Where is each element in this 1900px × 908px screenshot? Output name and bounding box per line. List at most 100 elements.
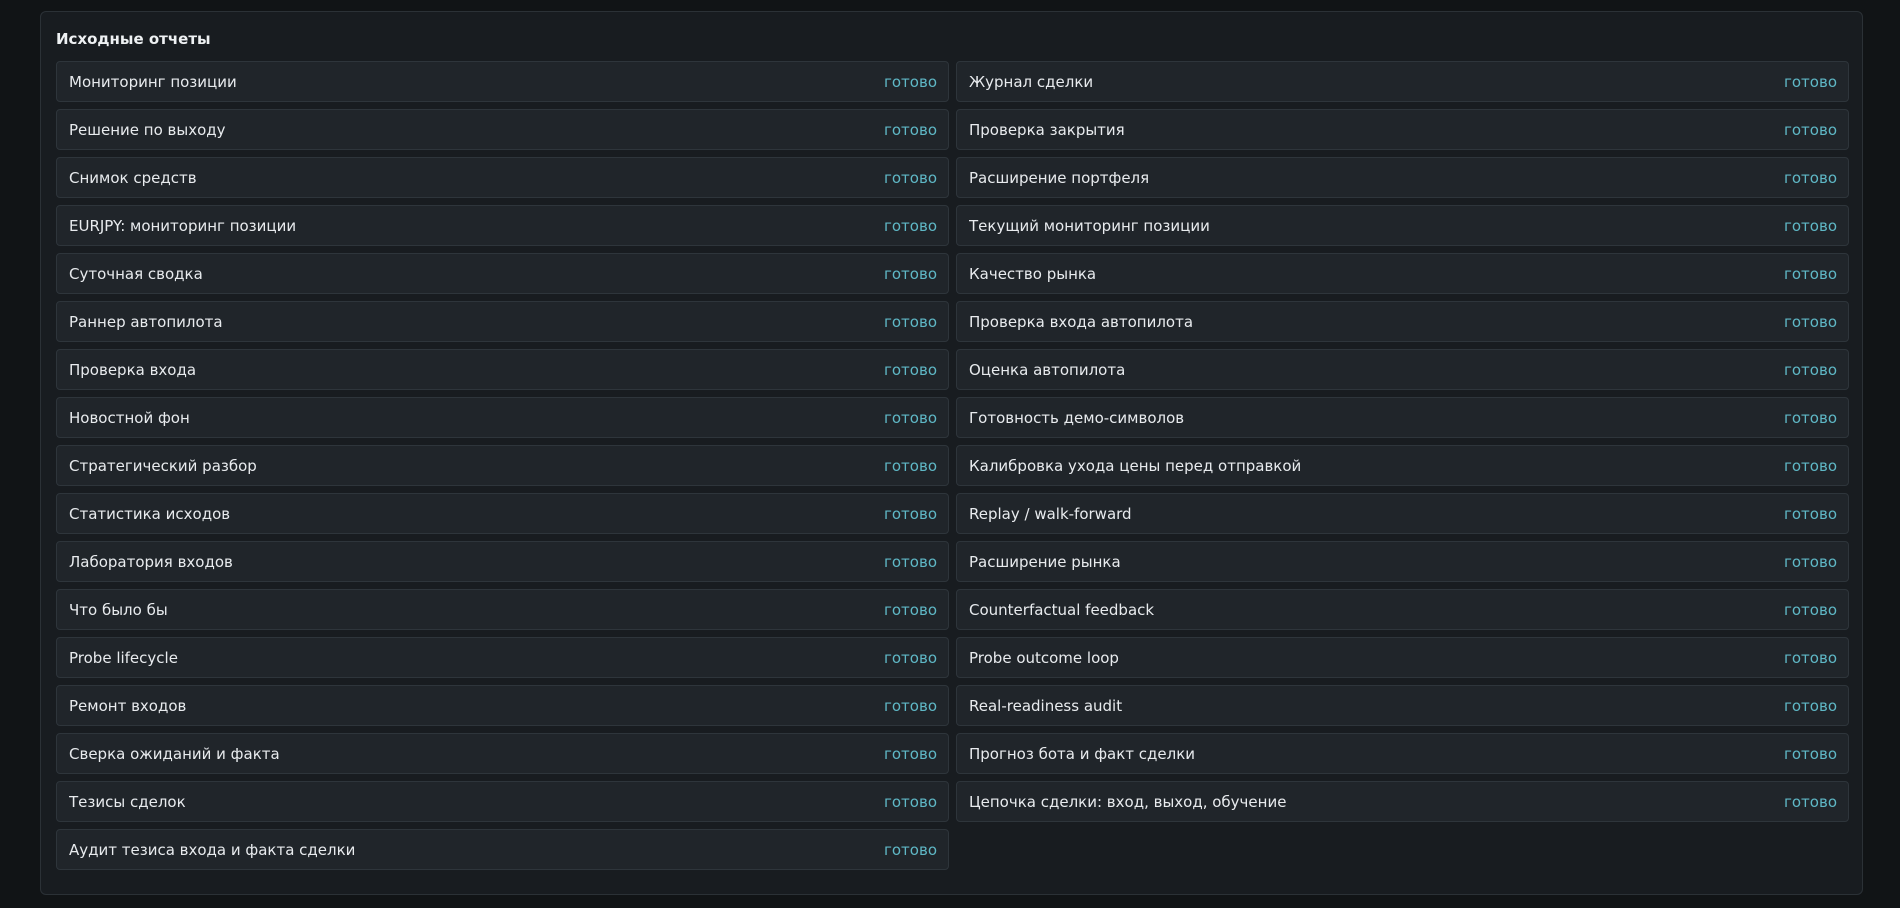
report-name: Расширение рынка bbox=[969, 552, 1121, 571]
report-row[interactable]: EURJPY: мониторинг позиции готово bbox=[56, 205, 949, 246]
report-status: готово bbox=[1784, 792, 1837, 811]
report-row[interactable]: Replay / walk-forward готово bbox=[956, 493, 1849, 534]
report-status: готово bbox=[1784, 504, 1837, 523]
report-row[interactable]: Проверка входа готово bbox=[56, 349, 949, 390]
report-status: готово bbox=[1784, 552, 1837, 571]
report-name: Статистика исходов bbox=[69, 504, 231, 523]
report-name: Новостной фон bbox=[69, 408, 190, 427]
report-status: готово bbox=[1784, 648, 1837, 667]
report-status: готово bbox=[1784, 168, 1837, 187]
report-name: Стратегический разбор bbox=[69, 456, 257, 475]
report-name: Готовность демо-символов bbox=[969, 408, 1185, 427]
report-status: готово bbox=[1784, 600, 1837, 619]
report-name: Цепочка сделки: вход, выход, обучение bbox=[969, 792, 1287, 811]
report-name: Что было бы bbox=[69, 600, 168, 619]
report-row[interactable]: Решение по выходу готово bbox=[56, 109, 949, 150]
report-row[interactable]: Counterfactual feedback готово bbox=[956, 589, 1849, 630]
report-status: готово bbox=[884, 744, 937, 763]
report-status: готово bbox=[884, 72, 937, 91]
report-name: Counterfactual feedback bbox=[969, 600, 1155, 619]
report-name: Решение по выходу bbox=[69, 120, 226, 139]
report-name: Журнал сделки bbox=[969, 72, 1094, 91]
report-row[interactable]: Мониторинг позиции готово bbox=[56, 61, 949, 102]
report-row[interactable]: Калибровка ухода цены перед отправкой гот… bbox=[956, 445, 1849, 486]
report-row[interactable]: Статистика исходов готово bbox=[56, 493, 949, 534]
report-status: готово bbox=[884, 360, 937, 379]
report-row[interactable]: Готовность демо-символов готово bbox=[956, 397, 1849, 438]
report-status: готово bbox=[884, 648, 937, 667]
report-name: Проверка входа bbox=[69, 360, 197, 379]
report-row[interactable]: Проверка закрытия готово bbox=[956, 109, 1849, 150]
report-name: Ремонт входов bbox=[69, 696, 187, 715]
report-name: Текущий мониторинг позиции bbox=[969, 216, 1210, 235]
report-row[interactable]: Новостной фон готово bbox=[56, 397, 949, 438]
report-row[interactable]: Расширение рынка готово bbox=[956, 541, 1849, 582]
report-row[interactable]: Оценка автопилота готово bbox=[956, 349, 1849, 390]
report-status: готово bbox=[884, 264, 937, 283]
report-row[interactable]: Probe lifecycle готово bbox=[56, 637, 949, 678]
report-status: готово bbox=[884, 696, 937, 715]
report-status: готово bbox=[1784, 120, 1837, 139]
report-name: Суточная сводка bbox=[69, 264, 203, 283]
report-status: готово bbox=[1784, 456, 1837, 475]
report-name: Проверка закрытия bbox=[969, 120, 1125, 139]
report-name: Проверка входа автопилота bbox=[969, 312, 1194, 331]
report-row[interactable]: Что было бы готово bbox=[56, 589, 949, 630]
report-row[interactable]: Цепочка сделки: вход, выход, обучение гот… bbox=[956, 781, 1849, 822]
report-row[interactable]: Прогноз бота и факт сделки готово bbox=[956, 733, 1849, 774]
report-name: Расширение портфеля bbox=[969, 168, 1150, 187]
report-status: готово bbox=[1784, 312, 1837, 331]
report-row[interactable]: Сверка ожиданий и факта готово bbox=[56, 733, 949, 774]
report-name: Probe lifecycle bbox=[69, 648, 178, 667]
report-row[interactable]: Снимок средств готово bbox=[56, 157, 949, 198]
report-name: Probe outcome loop bbox=[969, 648, 1119, 667]
report-row[interactable]: Текущий мониторинг позиции готово bbox=[956, 205, 1849, 246]
report-status: готово bbox=[884, 504, 937, 523]
report-status: готово bbox=[1784, 408, 1837, 427]
report-status: готово bbox=[884, 168, 937, 187]
report-name: Тезисы сделок bbox=[69, 792, 186, 811]
report-row[interactable]: Ремонт входов готово bbox=[56, 685, 949, 726]
report-status: готово bbox=[884, 120, 937, 139]
report-status: готово bbox=[1784, 360, 1837, 379]
report-status: готово bbox=[884, 408, 937, 427]
report-status: готово bbox=[884, 552, 937, 571]
report-row[interactable]: Расширение портфеля готово bbox=[956, 157, 1849, 198]
report-row[interactable]: Стратегический разбор готово bbox=[56, 445, 949, 486]
report-name: Сверка ожиданий и факта bbox=[69, 744, 280, 763]
panel-title: Исходные отчеты bbox=[56, 30, 211, 48]
report-status: готово bbox=[884, 792, 937, 811]
report-row[interactable]: Раннер автопилота готово bbox=[56, 301, 949, 342]
report-status: готово bbox=[884, 600, 937, 619]
report-status: готово bbox=[1784, 264, 1837, 283]
report-status: готово bbox=[1784, 696, 1837, 715]
report-name: Replay / walk-forward bbox=[969, 504, 1132, 523]
report-name: Калибровка ухода цены перед отправкой bbox=[969, 456, 1302, 475]
report-row[interactable]: Суточная сводка готово bbox=[56, 253, 949, 294]
report-status: готово bbox=[1784, 744, 1837, 763]
report-grid: Мониторинг позиции готово Журнал сделки гот… bbox=[56, 61, 1849, 870]
report-status: готово bbox=[884, 312, 937, 331]
report-row[interactable]: Тезисы сделок готово bbox=[56, 781, 949, 822]
report-status: готово bbox=[1784, 216, 1837, 235]
report-name: Мониторинг позиции bbox=[69, 72, 237, 91]
report-name: Лаборатория входов bbox=[69, 552, 233, 571]
report-name: Real-readiness audit bbox=[969, 696, 1123, 715]
report-row[interactable]: Лаборатория входов готово bbox=[56, 541, 949, 582]
report-name: Раннер автопилота bbox=[69, 312, 223, 331]
report-row[interactable]: Проверка входа автопилота готово bbox=[956, 301, 1849, 342]
report-name: Аудит тезиса входа и факта сделки bbox=[69, 840, 356, 859]
report-status: готово bbox=[884, 840, 937, 859]
report-name: Оценка автопилота bbox=[969, 360, 1126, 379]
report-status: готово bbox=[884, 456, 937, 475]
report-name: Прогноз бота и факт сделки bbox=[969, 744, 1196, 763]
report-row[interactable]: Качество рынка готово bbox=[956, 253, 1849, 294]
report-row[interactable]: Аудит тезиса входа и факта сделки готово bbox=[56, 829, 949, 870]
report-row[interactable]: Real-readiness audit готово bbox=[956, 685, 1849, 726]
report-name: Снимок средств bbox=[69, 168, 197, 187]
report-row[interactable]: Журнал сделки готово bbox=[956, 61, 1849, 102]
report-status: готово bbox=[884, 216, 937, 235]
report-name: Качество рынка bbox=[969, 264, 1097, 283]
report-row[interactable]: Probe outcome loop готово bbox=[956, 637, 1849, 678]
report-status: готово bbox=[1784, 72, 1837, 91]
